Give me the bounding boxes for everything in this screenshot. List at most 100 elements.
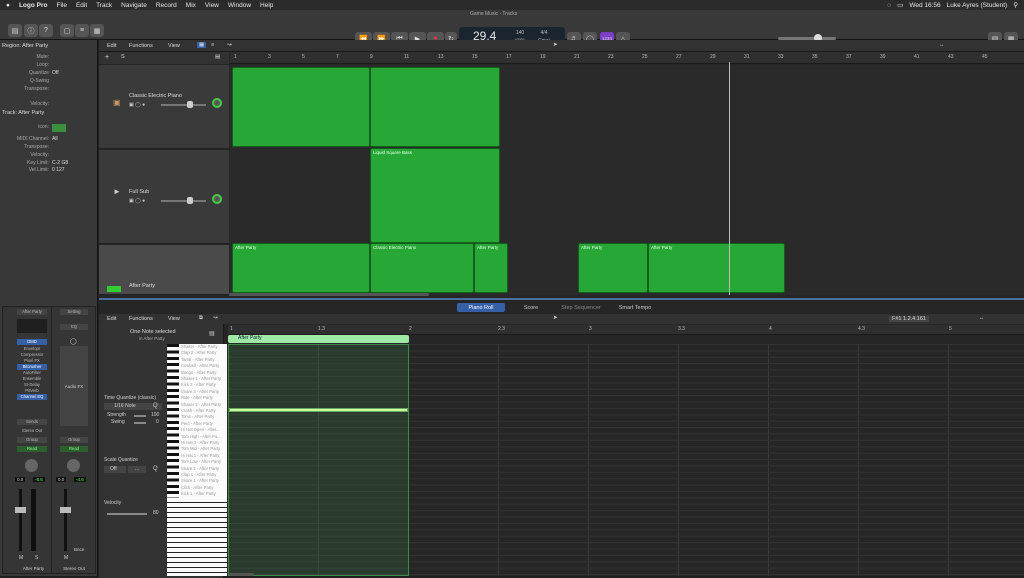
plugin-slot[interactable]: Channel EQ [17, 394, 47, 400]
sends-slot[interactable]: Sends [17, 419, 47, 425]
inspector-row[interactable]: Velocity: [4, 152, 94, 159]
plugin-slot[interactable]: AutoFilter [17, 370, 47, 376]
tab-step-sequencer[interactable]: Step Sequencer [557, 303, 605, 312]
clock-text[interactable]: Wed 16:56 [909, 2, 940, 9]
editor-view-menu[interactable]: View [168, 316, 180, 322]
menu-edit[interactable]: Edit [76, 2, 87, 9]
position-display[interactable]: F#1 1.2.4.161 [889, 316, 929, 322]
inspector-row[interactable]: Icon: [4, 124, 94, 132]
pan-knob[interactable] [212, 98, 222, 108]
drum-key-list[interactable]: Shaker - After Party Clap 2 - After Part… [167, 344, 227, 576]
menu-file[interactable]: File [56, 2, 66, 9]
pan-knob[interactable] [67, 459, 80, 472]
inspector-row[interactable]: Mute: [4, 54, 94, 61]
menu-app[interactable]: Logo Pro [19, 2, 48, 9]
zoom-controls-icon[interactable]: ↔ [939, 42, 945, 48]
plugin-slot[interactable]: DMD [17, 339, 47, 345]
smart-controls-button[interactable]: ≡ [75, 24, 89, 37]
link-icon[interactable]: ▤ [209, 330, 215, 337]
volume-fader[interactable] [60, 507, 71, 513]
midi-region[interactable] [232, 67, 370, 147]
search-icon[interactable]: ⚲ [1013, 1, 1018, 9]
tracks-edit-menu[interactable]: Edit [107, 43, 116, 49]
inspector-row[interactable]: Velocity: [4, 101, 94, 108]
group-slot[interactable]: Group [17, 437, 47, 443]
mixer-button[interactable]: ▦ [90, 24, 104, 37]
plugin-slot[interactable]: PitVerb [17, 388, 47, 394]
tracks-view-menu[interactable]: View [168, 43, 180, 49]
zoom-controls-icon[interactable]: ↔ [979, 315, 985, 321]
bar-ruler[interactable]: 1 3 5 7 9 11 13 15 17 19 21 23 25 27 29 … [230, 52, 1024, 64]
region-inspector-header[interactable]: Region: After Party [2, 43, 96, 51]
menu-track[interactable]: Track [96, 2, 112, 9]
tracks-functions-menu[interactable]: Functions [129, 43, 153, 49]
group-slot[interactable]: Group [60, 437, 88, 443]
automation-mode[interactable]: Read [17, 446, 47, 452]
inspector-row[interactable]: Q-Swing [4, 78, 94, 85]
inspector-row[interactable]: Quantize Off [4, 70, 94, 77]
editor-edit-menu[interactable]: Edit [107, 316, 116, 322]
grid-view-icon[interactable]: ▦ [197, 42, 207, 48]
inspector-row[interactable]: Transpose: [4, 144, 94, 151]
editor-ruler[interactable]: 1 1.3 2 2.3 3 3.3 4 4.3 5 [228, 325, 1024, 335]
midi-region[interactable]: Liquid Square Bass [370, 148, 500, 243]
setting-button[interactable]: Setting [60, 309, 88, 315]
battery-icon[interactable]: ▭ [897, 1, 903, 9]
inspector-row[interactable]: MIDI Channel: All [4, 136, 94, 143]
menu-view[interactable]: View [205, 2, 219, 9]
track-name[interactable]: Full Sub [129, 189, 149, 195]
track-volume-slider[interactable] [161, 104, 206, 106]
pan-knob[interactable] [212, 194, 222, 204]
track-volume-knob[interactable] [187, 197, 193, 204]
list-view-icon[interactable]: ≡ [211, 42, 214, 48]
quick-help-button[interactable]: ? [39, 24, 53, 37]
swing-slider[interactable] [134, 422, 146, 424]
quantize-q-button[interactable]: Q [153, 403, 158, 409]
track-volume-knob[interactable] [187, 101, 193, 108]
automation-mode[interactable]: Read [60, 446, 88, 452]
editor-region-bar[interactable]: After Party [228, 335, 409, 343]
menu-mix[interactable]: Mix [186, 2, 196, 9]
tab-score[interactable]: Score [507, 303, 555, 312]
user-name[interactable]: Luke Ayres (Student) [947, 2, 1008, 9]
global-tracks-button[interactable]: S [121, 54, 125, 60]
track-header-selected[interactable]: After Party [99, 245, 229, 295]
midi-region[interactable]: After Party [578, 243, 648, 293]
menu-navigate[interactable]: Navigate [121, 2, 147, 9]
mute-button[interactable]: M [64, 555, 68, 561]
tab-smart-tempo[interactable]: Smart Tempo [607, 303, 663, 312]
track-volume-slider[interactable] [161, 200, 206, 202]
inspector-row[interactable]: Loop: [4, 62, 94, 69]
link-icon[interactable]: ◯ [70, 338, 77, 345]
solo-button-strip[interactable]: S [35, 555, 38, 561]
add-track-button[interactable]: + [105, 54, 109, 61]
volume-fader[interactable] [15, 507, 26, 513]
scale-q-button[interactable]: Q [153, 466, 158, 472]
menu-window[interactable]: Window [228, 2, 251, 9]
setting-button[interactable]: After Party [17, 309, 47, 315]
apple-icon[interactable]: ● [6, 2, 10, 9]
inspector-row[interactable]: Transpose: [4, 86, 94, 93]
editor-functions-menu[interactable]: Functions [129, 316, 153, 322]
pan-knob[interactable] [25, 459, 38, 472]
midi-region[interactable]: Classic Electric Piano [370, 243, 474, 293]
scale-quantize-select[interactable]: Off [104, 466, 126, 473]
inspector-row[interactable]: Vel Limit: 0 127 [4, 167, 94, 174]
wifi-icon[interactable]: ◌ [887, 2, 891, 9]
track-header[interactable]: ► Full Sub ▣ ◯ ● [99, 150, 229, 244]
plugin-slot[interactable]: EQ [60, 324, 88, 330]
midi-region[interactable]: After Party [648, 243, 785, 293]
bounce-button[interactable]: Bnce [74, 547, 84, 552]
pointer-tool-icon[interactable]: ➤ [553, 42, 558, 48]
track-header[interactable]: ▣ Classic Electric Piano ▣ ◯ ● [99, 65, 229, 149]
midi-in-icon[interactable]: ⧉ [199, 315, 203, 322]
plugin-slot[interactable]: Compressor [17, 352, 47, 358]
pointer-tool-icon[interactable]: ➤ [553, 315, 558, 321]
inspector-row[interactable]: Key Limit: C-2 G8 [4, 160, 94, 167]
plugin-slot[interactable]: Bitcrusher [17, 364, 47, 370]
plugin-slot[interactable]: Pixel FX [17, 358, 47, 364]
eq-thumbnail[interactable] [17, 319, 47, 333]
catch-icon[interactable]: ↝ [227, 42, 232, 48]
output-slot[interactable]: Stereo Out [17, 428, 47, 434]
menu-record[interactable]: Record [156, 2, 177, 9]
